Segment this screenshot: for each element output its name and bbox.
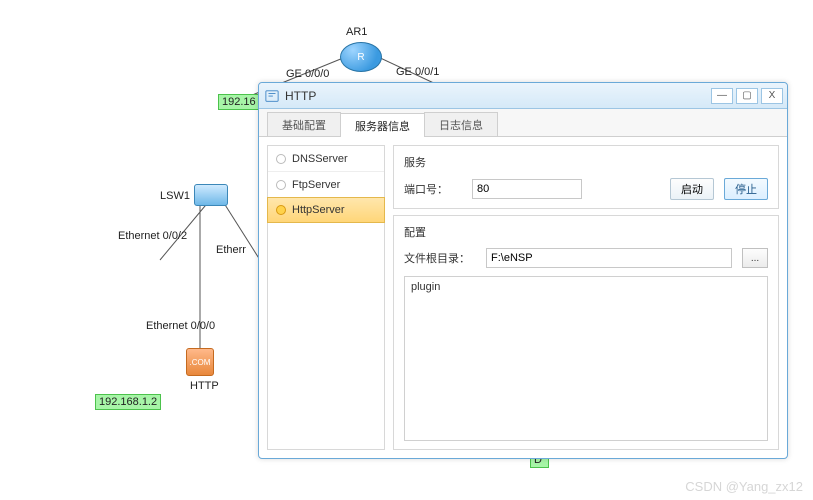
root-dir-label: 文件根目录： xyxy=(404,250,476,266)
router-if-left: GE 0/0/0 xyxy=(286,68,329,80)
switch-if-a: Ethernet 0/0/2 xyxy=(118,230,187,242)
tab-log[interactable]: 日志信息 xyxy=(424,112,498,136)
ip-tag-bottom: 192.168.1.2 xyxy=(95,394,161,410)
config-panel: 配置 文件根目录： ... plugin xyxy=(393,215,779,450)
switch-label: LSW1 xyxy=(160,190,190,202)
http-config-dialog: HTTP — ▢ X 基础配置 服务器信息 日志信息 DNSServer Ftp… xyxy=(258,82,788,459)
start-button[interactable]: 启动 xyxy=(670,178,714,200)
router-if-right: GE 0/0/1 xyxy=(396,66,439,78)
close-button[interactable]: X xyxy=(761,88,783,104)
server-item-label: HttpServer xyxy=(292,204,345,216)
root-dir-input[interactable] xyxy=(486,248,732,268)
tab-server-info[interactable]: 服务器信息 xyxy=(340,113,425,137)
service-heading: 服务 xyxy=(404,154,768,170)
file-list[interactable]: plugin xyxy=(404,276,768,441)
server-if: Ethernet 0/0/0 xyxy=(146,320,215,332)
http-server-device: .COM xyxy=(186,348,214,376)
server-type-list: DNSServer FtpServer HttpServer xyxy=(267,145,385,450)
server-item-dns[interactable]: DNSServer xyxy=(268,146,384,172)
maximize-button[interactable]: ▢ xyxy=(736,88,758,104)
server-item-http[interactable]: HttpServer xyxy=(267,197,385,223)
file-list-item[interactable]: plugin xyxy=(411,281,761,293)
window-title: HTTP xyxy=(285,89,316,103)
browse-button[interactable]: ... xyxy=(742,248,768,268)
app-icon xyxy=(265,89,279,103)
service-panel: 服务 端口号： 启动 停止 xyxy=(393,145,779,209)
port-label: 端口号： xyxy=(404,181,462,197)
config-heading: 配置 xyxy=(404,224,768,240)
radio-icon xyxy=(276,205,286,215)
titlebar[interactable]: HTTP — ▢ X xyxy=(259,83,787,109)
switch-if-b: Etherr xyxy=(216,244,246,256)
server-item-ftp[interactable]: FtpServer xyxy=(268,172,384,198)
tab-bar: 基础配置 服务器信息 日志信息 xyxy=(259,109,787,137)
tab-basic[interactable]: 基础配置 xyxy=(267,112,341,136)
radio-icon xyxy=(276,180,286,190)
ip-tag-top: 192.16 xyxy=(218,94,260,110)
http-server-label: HTTP xyxy=(190,380,219,392)
stop-button[interactable]: 停止 xyxy=(724,178,768,200)
watermark: CSDN @Yang_zx12 xyxy=(685,479,803,494)
port-input[interactable] xyxy=(472,179,582,199)
router-device: R xyxy=(340,42,382,72)
radio-icon xyxy=(276,154,286,164)
minimize-button[interactable]: — xyxy=(711,88,733,104)
router-label: AR1 xyxy=(346,26,367,38)
server-item-label: DNSServer xyxy=(292,153,348,165)
server-item-label: FtpServer xyxy=(292,179,340,191)
switch-device xyxy=(194,184,228,206)
